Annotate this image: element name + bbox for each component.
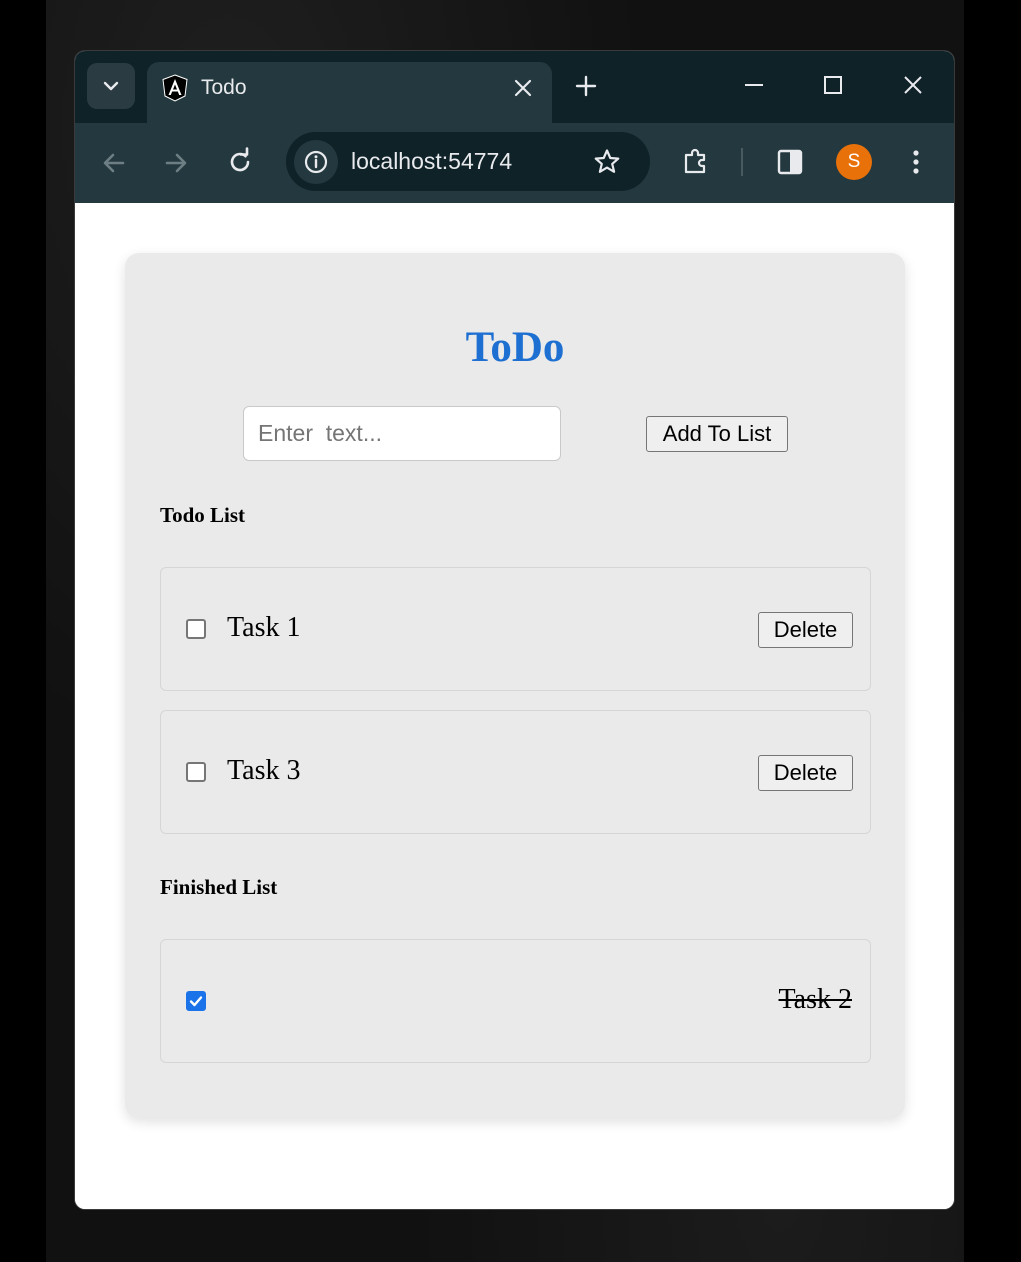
todo-list-heading: Todo List	[160, 503, 246, 527]
delete-button[interactable]: Delete	[758, 755, 853, 791]
profile-avatar[interactable]: S	[836, 144, 872, 180]
close-icon[interactable]	[511, 76, 535, 100]
side-panel-icon[interactable]	[775, 147, 805, 177]
extensions-puzzle-icon[interactable]	[681, 146, 711, 176]
more-menu-icon[interactable]	[901, 147, 931, 177]
info-icon	[304, 150, 328, 174]
tab-search-button[interactable]	[87, 63, 135, 109]
toolbar-separator	[741, 148, 743, 176]
add-to-list-button[interactable]: Add To List	[646, 416, 788, 452]
url-text: localhost:54774	[351, 148, 513, 174]
tab-title: Todo	[201, 76, 247, 99]
delete-button[interactable]: Delete	[758, 612, 853, 648]
address-bar[interactable]: localhost:54774	[286, 132, 650, 191]
plus-icon[interactable]	[573, 73, 599, 99]
app-title: ToDo	[465, 324, 565, 371]
minimize-icon[interactable]	[740, 71, 768, 99]
maximize-icon[interactable]	[819, 71, 847, 99]
todo-item-checkbox[interactable]	[186, 762, 206, 782]
finished-item-label: Task 2	[778, 984, 852, 1015]
browser-window: Todo localhost:54774 S ToDo Enter text..…	[75, 51, 954, 1209]
tab-strip: Todo	[75, 51, 954, 123]
todo-item-checkbox[interactable]	[186, 619, 206, 639]
reload-icon[interactable]	[225, 147, 255, 177]
finished-item-checkbox[interactable]	[186, 991, 206, 1011]
checkmark-icon	[189, 996, 203, 1007]
forward-arrow-icon[interactable]	[161, 148, 191, 178]
angular-logo-icon	[162, 74, 188, 102]
finished-list-heading: Finished List	[160, 875, 278, 899]
browser-toolbar: localhost:54774 S	[75, 123, 954, 203]
tab-todo[interactable]: Todo	[147, 62, 552, 123]
page-content: ToDo Add To List Todo List Task 1 Delete…	[75, 203, 954, 1209]
task-input[interactable]	[243, 406, 561, 461]
todo-item: Task 3 Delete	[160, 710, 871, 834]
todo-card: ToDo Add To List Todo List Task 1 Delete…	[125, 253, 905, 1118]
todo-item-label: Task 1	[227, 612, 301, 643]
chevron-down-icon	[103, 81, 119, 91]
window-close-icon[interactable]	[899, 71, 927, 99]
avatar-initial: S	[847, 151, 861, 172]
todo-item: Task 1 Delete	[160, 567, 871, 691]
star-icon[interactable]	[592, 147, 622, 177]
back-arrow-icon[interactable]	[99, 148, 129, 178]
site-info-button[interactable]	[294, 140, 338, 184]
finished-item: Task 2	[160, 939, 871, 1063]
todo-item-label: Task 3	[227, 755, 301, 786]
